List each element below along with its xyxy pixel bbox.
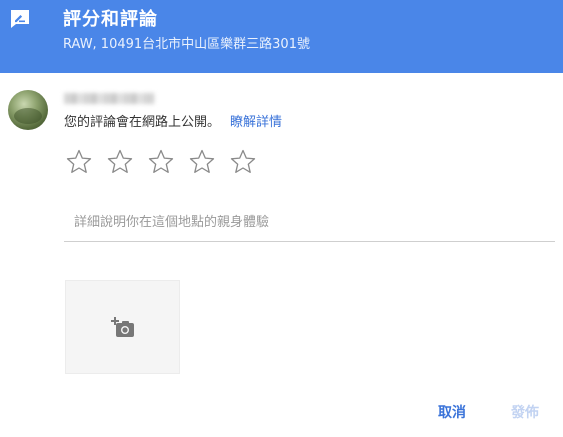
- star-3-icon[interactable]: [147, 148, 175, 176]
- dialog-header: 評分和評論 RAW, 10491台北市中山區樂群三路301號: [0, 0, 563, 73]
- cancel-button[interactable]: 取消: [424, 398, 480, 428]
- rate-review-icon: [11, 10, 29, 28]
- star-5-icon[interactable]: [229, 148, 257, 176]
- star-2-icon[interactable]: [106, 148, 134, 176]
- review-dialog: 評分和評論 RAW, 10491台北市中山區樂群三路301號 ██████ ██…: [0, 0, 563, 437]
- user-name: ██████ ████: [64, 93, 154, 104]
- add-photo-button[interactable]: [65, 280, 180, 374]
- star-4-icon[interactable]: [188, 148, 216, 176]
- public-notice-text: 您的評論會在網路上公開。: [64, 115, 221, 130]
- place-address: RAW, 10491台北市中山區樂群三路301號: [63, 37, 310, 52]
- star-rating: [65, 148, 270, 176]
- star-1-icon[interactable]: [65, 148, 93, 176]
- avatar: [8, 90, 48, 130]
- review-text-input[interactable]: [64, 204, 555, 242]
- add-photo-icon: [111, 317, 134, 337]
- learn-more-link[interactable]: 瞭解詳情: [230, 115, 282, 130]
- post-button[interactable]: 發佈: [497, 398, 553, 428]
- public-notice: 您的評論會在網路上公開。 瞭解詳情: [64, 114, 282, 132]
- dialog-title: 評分和評論: [63, 9, 158, 30]
